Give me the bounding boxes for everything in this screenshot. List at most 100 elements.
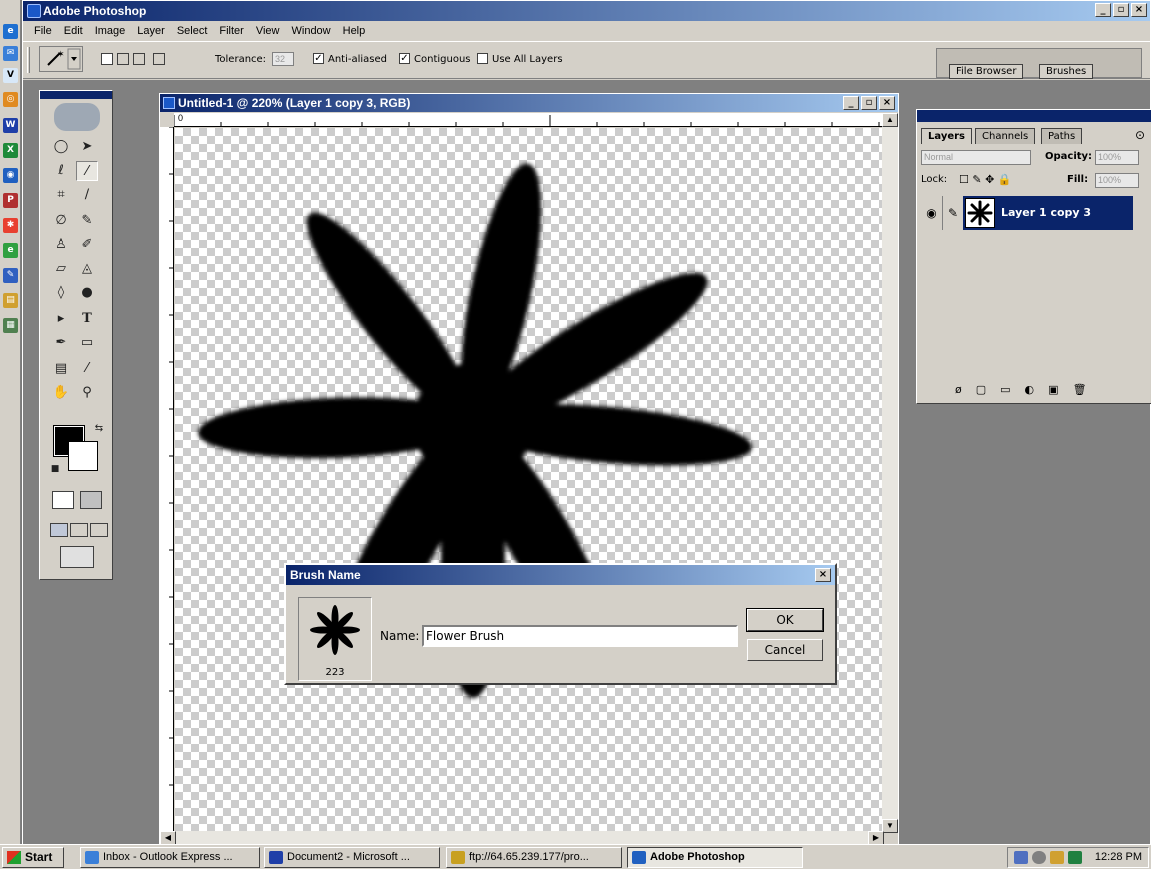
background-color[interactable] <box>68 441 98 471</box>
screen-mode-full-menu[interactable] <box>70 523 88 537</box>
tolerance-input[interactable]: 32 <box>272 52 294 66</box>
vertical-scrollbar[interactable]: ▲ ▼ <box>882 113 898 833</box>
layer-mask-icon[interactable]: ▢ <box>976 383 986 399</box>
marquee-tool-icon[interactable]: ◯ <box>50 137 72 157</box>
paint-bucket-icon[interactable]: ◬ <box>76 259 98 279</box>
maximize-button[interactable]: ▫ <box>1113 3 1129 17</box>
use-all-layers-checkbox[interactable] <box>477 53 488 64</box>
menu-layer[interactable]: Layer <box>132 22 170 40</box>
dialog-title[interactable]: Brush Name × <box>286 565 835 585</box>
layer-style-icon[interactable]: ø <box>955 383 962 399</box>
shape-tool-icon[interactable]: ▭ <box>76 333 98 353</box>
options-grip[interactable] <box>27 47 30 73</box>
image-canvas[interactable] <box>175 128 884 833</box>
document-title-bar[interactable]: Untitled-1 @ 220% (Layer 1 copy 3, RGB) … <box>160 94 898 112</box>
task-word[interactable]: Document2 - Microsoft ... <box>264 847 440 868</box>
outlook-icon[interactable]: ✉ <box>3 46 18 61</box>
menu-image[interactable]: Image <box>90 22 131 40</box>
blur-tool-icon[interactable]: ◊ <box>50 283 72 303</box>
powerpoint-icon[interactable]: P <box>3 193 18 208</box>
palette-menu-icon[interactable]: ⊙ <box>1135 128 1145 142</box>
minimize-button[interactable]: _ <box>1095 3 1111 17</box>
add-selection-button[interactable] <box>117 53 129 65</box>
layer-row[interactable]: ◉ ✎ Layer 1 copy 3 <box>921 196 1133 230</box>
tab-channels[interactable]: Channels <box>975 128 1036 144</box>
menu-select[interactable]: Select <box>172 22 213 40</box>
task-ftp[interactable]: ftp://64.65.239.177/pro... <box>446 847 622 868</box>
adjustment-layer-icon[interactable]: ◐ <box>1025 383 1035 399</box>
hand-tool-icon[interactable]: ✋ <box>50 383 72 403</box>
standard-mode-button[interactable] <box>52 491 74 509</box>
eraser-tool-icon[interactable]: ▱ <box>50 259 72 279</box>
lock-icons[interactable]: ☐ ✎ ✥ 🔒 <box>959 173 1011 186</box>
network-tray-icon[interactable] <box>1014 851 1028 864</box>
layer-set-icon[interactable]: ▭ <box>1000 383 1010 399</box>
excel-icon[interactable]: X <box>3 143 18 158</box>
horizontal-scrollbar[interactable]: ◀ ▶ <box>160 831 884 845</box>
notes-tool-icon[interactable]: ▤ <box>50 359 72 379</box>
jump-to-imageready-button[interactable] <box>60 546 94 568</box>
eyedropper-icon[interactable]: ⁄ <box>76 359 98 379</box>
slice-tool-icon[interactable]: ∕ <box>76 185 98 205</box>
doc-minimize-button[interactable]: _ <box>843 96 859 110</box>
healing-brush-icon[interactable]: ∅ <box>50 211 72 231</box>
opacity-input[interactable]: 100% <box>1095 150 1139 165</box>
ie-icon[interactable]: e <box>3 24 18 39</box>
brush-tool-icon[interactable]: ✎ <box>76 211 98 231</box>
trash-icon[interactable]: 🗑 <box>1073 383 1087 399</box>
palette-title-bar[interactable] <box>917 110 1151 122</box>
task-photoshop[interactable]: Adobe Photoshop <box>627 847 803 868</box>
tab-paths[interactable]: Paths <box>1041 128 1083 144</box>
history-brush-icon[interactable]: ✐ <box>76 235 98 255</box>
app-icon-green[interactable]: e <box>3 243 18 258</box>
tray-app-icon[interactable] <box>1050 851 1064 864</box>
ok-button[interactable]: OK <box>747 609 823 631</box>
fill-input[interactable]: 100% <box>1095 173 1139 188</box>
menu-help[interactable]: Help <box>338 22 371 40</box>
screen-mode-full[interactable] <box>90 523 108 537</box>
scroll-up-icon[interactable]: ▲ <box>882 113 898 127</box>
tab-layers[interactable]: Layers <box>921 128 972 144</box>
doc-maximize-button[interactable]: ▫ <box>861 96 877 110</box>
menu-view[interactable]: View <box>251 22 285 40</box>
stamp-tool-icon[interactable]: ♙ <box>50 235 72 255</box>
network-icon[interactable]: ▦ <box>3 318 18 333</box>
menu-window[interactable]: Window <box>287 22 336 40</box>
menu-filter[interactable]: Filter <box>214 22 248 40</box>
move-tool-icon[interactable]: ➤ <box>76 137 98 157</box>
doc-close-button[interactable]: × <box>879 96 895 110</box>
dialog-close-button[interactable]: × <box>815 568 831 582</box>
blend-mode-select[interactable]: Normal <box>921 150 1031 165</box>
toolbox-title-bar[interactable] <box>40 91 112 99</box>
new-layer-icon[interactable]: ▣ <box>1048 383 1058 399</box>
path-select-icon[interactable]: ▸ <box>50 309 72 329</box>
zoom-tool-icon[interactable]: ⚲ <box>76 383 98 403</box>
close-button[interactable]: × <box>1131 3 1147 17</box>
tool-preset-picker[interactable]: ✶ <box>39 46 83 72</box>
quick-mask-button[interactable] <box>80 491 102 509</box>
menu-edit[interactable]: Edit <box>59 22 88 40</box>
edit-icon[interactable]: ✎ <box>3 268 18 283</box>
vnc-icon[interactable]: V <box>3 68 18 83</box>
task-outlook[interactable]: Inbox - Outlook Express ... <box>80 847 260 868</box>
scroll-right-icon[interactable]: ▶ <box>868 831 884 845</box>
default-colors-icon[interactable]: ■ <box>44 459 66 479</box>
brushes-tab[interactable]: Brushes <box>1039 64 1094 79</box>
subtract-selection-button[interactable] <box>133 53 145 65</box>
menu-file[interactable]: File <box>29 22 57 40</box>
new-selection-button[interactable] <box>101 53 113 65</box>
acrobat-icon[interactable]: ✱ <box>3 218 18 233</box>
word-icon[interactable]: W <box>3 118 18 133</box>
crop-tool-icon[interactable]: ⌗ <box>50 185 72 205</box>
start-button[interactable]: Start <box>2 847 64 868</box>
clock-tray-icon[interactable] <box>1032 851 1046 864</box>
pen-tool-icon[interactable]: ✒ <box>50 333 72 353</box>
scroll-down-icon[interactable]: ▼ <box>882 819 898 833</box>
screen-mode-standard[interactable] <box>50 523 68 537</box>
eye-icon[interactable]: ◉ <box>921 196 943 230</box>
vnc-tray-icon[interactable] <box>1068 851 1082 864</box>
lasso-tool-icon[interactable]: ℓ <box>50 161 72 181</box>
cancel-button[interactable]: Cancel <box>747 639 823 661</box>
photoshop-logo-icon[interactable] <box>54 103 100 131</box>
type-tool-icon[interactable]: T <box>76 309 98 329</box>
